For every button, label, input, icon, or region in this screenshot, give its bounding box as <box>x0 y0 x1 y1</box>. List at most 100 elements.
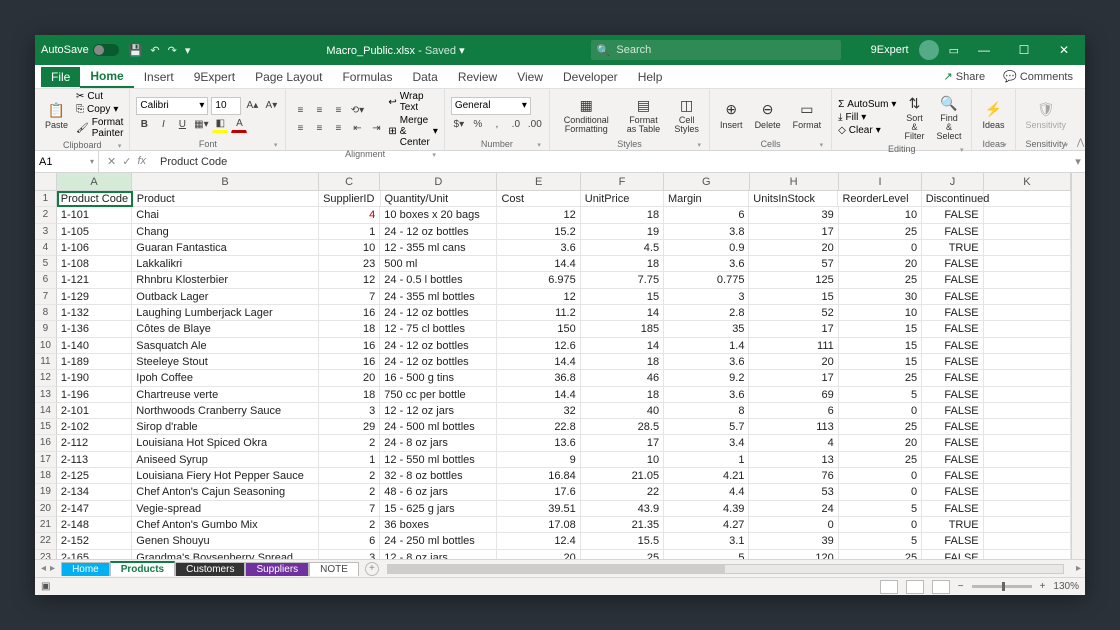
cell[interactable]: 3.6 <box>497 240 580 256</box>
cell[interactable]: 12.6 <box>497 338 580 354</box>
cell[interactable]: 5.7 <box>664 419 749 435</box>
row-header[interactable]: 8 <box>35 305 57 321</box>
avatar[interactable] <box>919 40 939 60</box>
cell[interactable]: FALSE <box>922 207 984 223</box>
tab-view[interactable]: View <box>507 67 553 87</box>
align-center-button[interactable]: ≡ <box>311 121 327 137</box>
clear-button[interactable]: ◇ Clear ▾ <box>838 125 896 136</box>
cell[interactable]: 0 <box>839 517 922 533</box>
cell[interactable] <box>984 550 1071 559</box>
cell[interactable]: 5 <box>664 550 749 559</box>
cell[interactable]: 2-112 <box>57 435 132 451</box>
cell[interactable]: FALSE <box>922 387 984 403</box>
cell[interactable]: Ipoh Coffee <box>132 370 318 386</box>
cell[interactable]: 18 <box>319 387 381 403</box>
cell[interactable]: 1-121 <box>57 272 132 288</box>
cell[interactable]: 29 <box>319 419 381 435</box>
cell[interactable]: 30 <box>839 289 922 305</box>
row-header[interactable]: 7 <box>35 289 57 305</box>
align-left-button[interactable]: ≡ <box>292 121 308 137</box>
underline-button[interactable]: U <box>174 117 190 133</box>
row-header[interactable]: 13 <box>35 387 57 403</box>
cell[interactable] <box>984 338 1071 354</box>
tab-home[interactable]: Home <box>80 66 133 88</box>
cell[interactable]: 0.9 <box>664 240 749 256</box>
row-header[interactable]: 3 <box>35 224 57 240</box>
cell[interactable]: 16.84 <box>497 468 580 484</box>
collapse-ribbon-button[interactable]: ⋀ <box>1076 89 1085 150</box>
border-button[interactable]: ▦▾ <box>193 117 209 133</box>
cell[interactable]: 16 <box>319 305 381 321</box>
cell[interactable]: 20 <box>319 370 381 386</box>
cell[interactable]: 15 <box>749 289 838 305</box>
cell[interactable]: SupplierID <box>319 191 380 207</box>
cell[interactable]: 25 <box>839 370 922 386</box>
cell[interactable]: 8 <box>664 403 749 419</box>
cell[interactable] <box>984 191 1071 207</box>
cell[interactable]: TRUE <box>922 517 984 533</box>
cell[interactable]: 1-101 <box>57 207 132 223</box>
cell[interactable]: 12 - 355 ml cans <box>380 240 497 256</box>
cell[interactable]: 22 <box>581 484 664 500</box>
cell[interactable]: FALSE <box>922 533 984 549</box>
cell[interactable]: Discontinued <box>922 191 984 207</box>
cell[interactable] <box>984 289 1071 305</box>
cell[interactable]: 125 <box>749 272 838 288</box>
col-header-b[interactable]: B <box>132 173 319 190</box>
cell[interactable]: 1 <box>319 452 381 468</box>
orientation-button[interactable]: ⟲▾ <box>349 103 365 119</box>
shrink-font-button[interactable]: A▾ <box>263 98 279 114</box>
tab-9expert[interactable]: 9Expert <box>184 67 245 87</box>
cell[interactable]: 16 <box>319 354 381 370</box>
cell[interactable]: 2-134 <box>57 484 132 500</box>
cell[interactable]: 2-152 <box>57 533 132 549</box>
cell[interactable]: 25 <box>839 419 922 435</box>
cell[interactable]: 4.39 <box>664 501 749 517</box>
cell[interactable]: 0 <box>749 517 838 533</box>
comma-button[interactable]: , <box>489 117 505 133</box>
cell[interactable]: 750 cc per bottle <box>380 387 497 403</box>
cell[interactable]: 5 <box>839 501 922 517</box>
col-header-g[interactable]: G <box>664 173 749 190</box>
name-box[interactable]: A1▾ <box>35 151 99 172</box>
row-header[interactable]: 21 <box>35 517 57 533</box>
row-header[interactable]: 23 <box>35 550 57 559</box>
cell[interactable]: 10 <box>839 305 922 321</box>
zoom-slider[interactable] <box>972 585 1032 588</box>
col-header-d[interactable]: D <box>380 173 497 190</box>
row-header[interactable]: 12 <box>35 370 57 386</box>
fx-icon[interactable]: fx <box>137 155 146 168</box>
indent-inc-button[interactable]: ⇥ <box>368 121 384 137</box>
cell[interactable]: ReorderLevel <box>838 191 921 207</box>
cell[interactable]: 12 - 12 oz jars <box>380 403 497 419</box>
ribbon-mode-icon[interactable]: ▭ <box>949 44 959 57</box>
cell[interactable]: 53 <box>749 484 838 500</box>
cell[interactable]: Vegie-spread <box>132 501 318 517</box>
cell[interactable]: 36 boxes <box>380 517 497 533</box>
cell[interactable]: FALSE <box>922 256 984 272</box>
cell[interactable]: 17 <box>749 321 838 337</box>
cell[interactable]: 24 <box>749 501 838 517</box>
font-color-button[interactable]: A <box>231 117 247 133</box>
cell[interactable] <box>984 370 1071 386</box>
cell[interactable] <box>984 207 1071 223</box>
delete-cells-button[interactable]: ⊖Delete <box>751 98 785 132</box>
row-header[interactable]: 4 <box>35 240 57 256</box>
cell[interactable]: 1-140 <box>57 338 132 354</box>
row-header[interactable]: 2 <box>35 207 57 223</box>
cell[interactable]: FALSE <box>922 435 984 451</box>
cell[interactable]: Chef Anton's Cajun Seasoning <box>132 484 318 500</box>
autosave-toggle[interactable]: AutoSave <box>41 44 119 56</box>
cell[interactable]: 24 - 8 oz jars <box>380 435 497 451</box>
vertical-scrollbar[interactable] <box>1071 173 1085 559</box>
cell[interactable]: 17 <box>581 435 664 451</box>
cell[interactable]: 6 <box>664 207 749 223</box>
close-button[interactable]: ✕ <box>1049 43 1079 57</box>
cell[interactable]: 1-129 <box>57 289 132 305</box>
cell[interactable]: 0.775 <box>664 272 749 288</box>
select-all-corner[interactable] <box>35 173 57 190</box>
cell[interactable]: 12 - 8 oz jars <box>380 550 497 559</box>
cell[interactable] <box>984 484 1071 500</box>
cut-button[interactable]: ✂ Cut <box>76 91 123 102</box>
cell[interactable]: 10 <box>839 207 922 223</box>
